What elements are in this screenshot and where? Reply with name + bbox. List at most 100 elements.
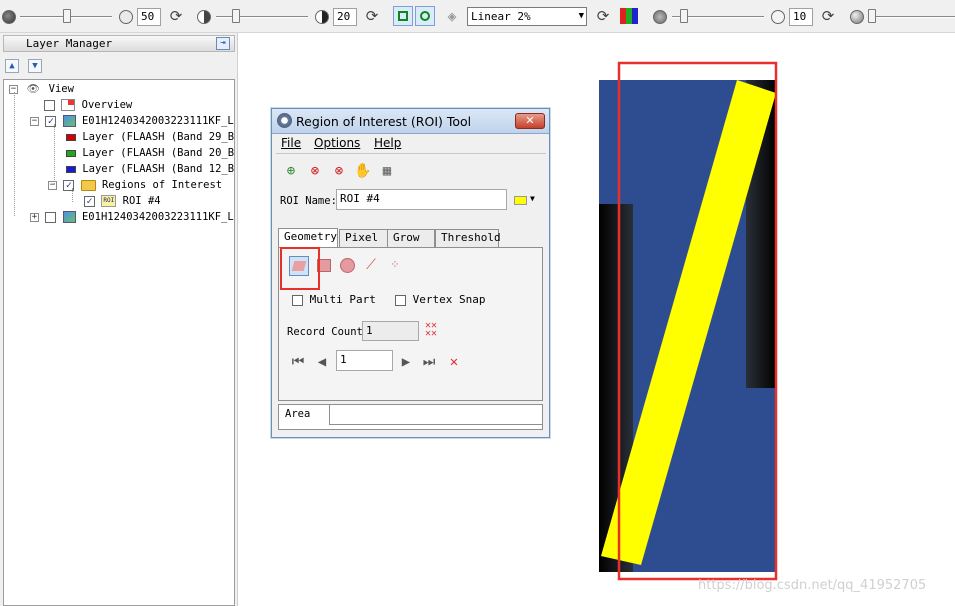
area-panel: Area [278,404,543,430]
band-blue-icon [66,165,76,173]
tree-item-roi-4[interactable]: ✓ ROI ROI #4 [84,193,161,209]
stretch-select[interactable]: Linear 2% ▼ [467,7,587,26]
delete-record-icon[interactable]: ✕ [445,353,463,371]
roi-color-swatch[interactable] [514,196,527,205]
menu-options[interactable]: Options [314,136,360,150]
refresh-icon[interactable]: ⟳ [363,7,381,25]
multi-part-checkbox[interactable] [292,294,303,306]
roi-name-field[interactable]: ROI #4 [336,189,507,210]
tree-item-label: ROI #4 [122,195,161,207]
move-down-icon[interactable]: ▼ [28,59,42,73]
contrast-high-icon [315,10,329,24]
raster-2-checkbox[interactable] [45,211,57,223]
zoom-extent-icon[interactable] [393,6,413,26]
refresh-icon[interactable]: ⟳ [167,7,185,25]
sharpen-high-icon [771,10,785,24]
overview-checkbox[interactable] [44,99,55,111]
tree-item-band-20[interactable]: Layer (FLAASH (Band 20_Band [66,145,235,161]
close-button[interactable]: ✕ [515,113,545,129]
sharpen-slider-thumb[interactable] [680,9,688,23]
roi-tool-window: Region of Interest (ROI) Tool ✕ File Opt… [271,108,550,438]
brightness-slider-thumb[interactable] [63,9,71,23]
contrast-value-field[interactable]: 20 [333,8,357,26]
collapse-icon[interactable]: − [48,180,57,190]
delete-all-roi-icon[interactable]: ⊗ [330,162,348,180]
tree-item-raster-2[interactable]: + E01H1240342003223111KF_L1T [30,209,235,225]
chevron-down-icon: ▼ [578,11,584,21]
chevron-down-icon[interactable]: ▼ [530,194,535,203]
tab-geometry[interactable]: Geometry [278,228,338,248]
raster-icon [62,115,76,127]
contrast-slider-track[interactable] [216,16,308,18]
roi-name-label: ROI Name: [280,195,337,207]
tree-item-band-12[interactable]: Layer (FLAASH (Band 12_Band [66,161,235,177]
record-index-field[interactable]: 1 [336,350,393,371]
delete-roi-icon[interactable]: ⊗ [306,162,324,180]
tree-item-overview[interactable]: Overview [44,97,132,113]
menu-divider [276,153,546,154]
tree-item-label: E01H1240342003223111KF_L1T [81,211,235,223]
tree-item-label: Layer (FLAASH (Band 20_Band [82,147,235,159]
point-tool-icon[interactable]: ⁘ [386,256,404,274]
sharpen-value-field[interactable]: 10 [789,8,813,26]
pan-icon[interactable] [415,6,435,26]
tree-item-label: Layer (FLAASH (Band 29_Band [82,131,235,143]
display-toolbar: 50 ⟳ 20 ⟳ ◈ Linear 2% ▼ ⟳ 10 ⟳ [0,0,955,33]
layer-tree: − 👁 View Overview − ✓ E01H12403420032231… [3,79,235,606]
multi-part-option[interactable]: Multi Part [292,293,376,306]
record-count-field: 1 [362,321,419,341]
tree-item-band-29[interactable]: Layer (FLAASH (Band 29_Band [66,129,235,145]
color-table-icon[interactable] [620,8,638,24]
tree-item-raster-1[interactable]: − ✓ E01H1240342003223111KF_L1T [30,113,235,129]
vertex-snap-checkbox[interactable] [395,294,406,306]
menu-file[interactable]: File [281,136,301,150]
tree-line [14,92,15,216]
previous-record-icon[interactable]: ◀ [313,353,331,371]
layer-manager-title: Layer Manager [26,37,113,50]
ellipse-tool-icon[interactable] [340,258,355,273]
eye-icon: 👁 [26,83,40,95]
tree-item-label: Overview [81,99,133,111]
move-up-icon[interactable]: ▲ [5,59,19,73]
dock-icon[interactable]: ⇥ [216,37,230,50]
calculator-icon[interactable]: ▦ [378,162,396,180]
contrast-icon [197,10,211,24]
brightness-value-field[interactable]: 50 [137,8,161,26]
tab-underline [330,424,543,425]
watermark: https://blog.csdn.net/qq_41952705 [698,578,927,593]
crosshair-icon[interactable]: ◈ [443,7,461,25]
roi-4-checkbox[interactable]: ✓ [84,195,95,207]
refresh-icon[interactable]: ⟳ [819,7,837,25]
hand-icon[interactable]: ✋ [354,162,372,180]
transparency-slider-thumb[interactable] [868,9,876,23]
roi-title: Region of Interest (ROI) Tool [296,114,472,129]
last-record-icon[interactable]: ⏭ [420,353,438,371]
expand-icon[interactable]: + [30,212,39,222]
multi-part-label: Multi Part [309,293,376,306]
tab-area[interactable]: Area [278,404,330,425]
app-icon [277,113,292,128]
contrast-slider-thumb[interactable] [232,9,240,23]
sharpen-icon [653,10,667,24]
tree-item-label: Regions of Interest [101,179,223,191]
next-record-icon[interactable]: ▶ [397,353,415,371]
brightness-icon [2,10,16,24]
refresh-icon[interactable]: ⟳ [594,7,612,25]
transparency-slider-track[interactable] [868,16,955,18]
transparency-icon [850,10,864,24]
first-record-icon[interactable]: ⏮ [289,353,307,371]
tree-item-label: E01H1240342003223111KF_L1T [81,115,235,127]
polyline-tool-icon[interactable]: ⟋ [362,256,380,274]
tab-grow[interactable]: Grow [387,229,435,247]
roi-title-bar[interactable]: Region of Interest (ROI) Tool ✕ [272,109,549,134]
vertex-snap-option[interactable]: Vertex Snap [395,293,485,306]
tab-threshold[interactable]: Threshold [435,229,501,247]
tree-item-label: Layer (FLAASH (Band 12_Band [82,163,235,175]
tree-item-rois[interactable]: − ✓ Regions of Interest [48,177,222,193]
delete-records-icon[interactable]: ✕✕ ✕✕ [425,321,437,339]
menu-help[interactable]: Help [374,136,401,150]
new-roi-icon[interactable]: ⊕ [282,162,300,180]
tree-line [54,124,55,184]
collapse-icon[interactable]: − [30,116,39,126]
tree-item-view[interactable]: − 👁 View [9,81,74,97]
